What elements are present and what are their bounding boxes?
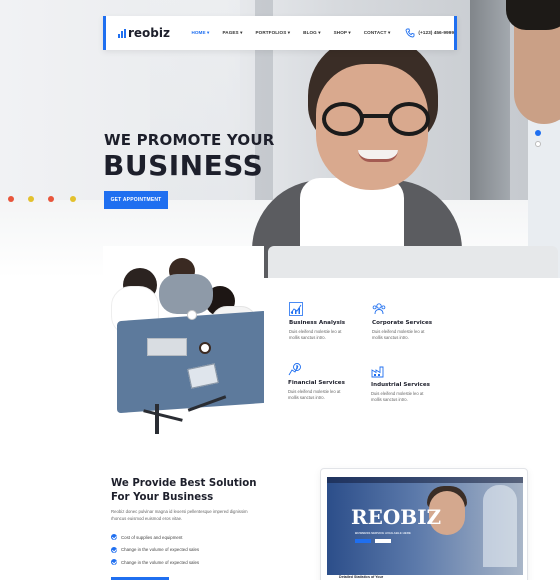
preview-button — [375, 539, 391, 543]
service-corporate-services[interactable]: Corporate Services Duis eleifend molesti… — [372, 302, 452, 342]
laptop — [268, 246, 558, 278]
glasses-lens — [388, 102, 430, 136]
checklist-text: Change in the volume of expected sales — [121, 559, 200, 565]
check-circle-icon — [111, 534, 117, 541]
menu-item-shop[interactable]: SHOP ▾ — [334, 30, 351, 36]
team-meeting-image — [103, 246, 264, 440]
slider-dot[interactable] — [535, 141, 541, 147]
service-industrial-services[interactable]: Industrial Services Duis eleifend molest… — [371, 364, 451, 404]
checklist-text: Cost of supplies and equipment — [121, 534, 183, 540]
menu-item-home[interactable]: HOME ▾ — [191, 30, 209, 36]
table-leg — [155, 404, 159, 434]
service-description: Duis eleifend molestie leo at mollis san… — [289, 329, 342, 341]
menu-label: BLOG — [303, 30, 317, 35]
hero-person-smile — [358, 150, 398, 162]
service-description: Duis eleifend molestie leo at mollis san… — [371, 391, 424, 403]
preview-person — [483, 485, 517, 567]
glasses-lens — [322, 102, 364, 136]
chevron-down-icon: ▾ — [387, 30, 391, 35]
website-preview: REOBIZ BUSINESS SERVICE AVAILABLE HERE D… — [320, 468, 528, 580]
service-title: Corporate Services — [372, 320, 433, 326]
menu-item-pages[interactable]: PAGES ▾ — [222, 30, 242, 36]
factory-icon — [371, 366, 384, 378]
menu-label: HOME — [191, 30, 206, 35]
get-appointment-button[interactable]: GET APPOINTMENT — [104, 191, 168, 209]
check-circle-icon — [111, 546, 117, 553]
chevron-down-icon: ▾ — [240, 30, 243, 35]
service-title: Financial Services — [288, 380, 345, 386]
laptop — [147, 338, 187, 356]
solution-title-line2: For Your Business — [111, 491, 214, 503]
coffee-cup — [199, 342, 211, 354]
service-title: Industrial Services — [371, 382, 430, 388]
meeting-table — [117, 310, 264, 414]
solution-description: Reobiz donec pulvinar magna id leoersi p… — [111, 509, 248, 521]
menu-item-contact[interactable]: CONTACT ▾ — [364, 30, 391, 36]
chart-icon — [289, 302, 303, 316]
slider-dot-active[interactable] — [535, 130, 541, 136]
table-leg — [143, 409, 183, 422]
solution-title: We Provide Best Solution For Your Busine… — [111, 477, 271, 504]
menu-label: SHOP — [333, 30, 347, 35]
service-business-analysis[interactable]: Business Analysis Duis eleifend molestie… — [289, 302, 369, 342]
service-title: Business Analysis — [289, 320, 346, 326]
check-circle-icon — [111, 559, 117, 566]
menu-item-blog[interactable]: BLOG ▾ — [303, 30, 320, 36]
preview-brand: REOBIZ — [351, 505, 442, 529]
hero-title-line2: BUSINESS — [103, 149, 264, 182]
chevron-down-icon: ▾ — [348, 30, 351, 35]
logo[interactable]: reobiz — [118, 26, 177, 40]
checklist-item: Change in the volume of expected sales — [111, 556, 199, 569]
landing-page: WE PROMOTE YOUR BUSINESS GET APPOINTMENT… — [0, 0, 560, 580]
solution-checklist: Cost of supplies and equipment Change in… — [111, 531, 199, 569]
service-financial-services[interactable]: Financial Services Duis eleifend molesti… — [288, 362, 368, 402]
preview-subtitle: BUSINESS SERVICE AVAILABLE HERE — [355, 531, 411, 535]
solution-title-line1: We Provide Best Solution — [111, 478, 257, 489]
team-person-jacket — [159, 274, 213, 314]
preview-navbar — [327, 477, 523, 483]
logo-text: reobiz — [128, 26, 170, 40]
menu-label: CONTACT — [363, 30, 387, 35]
chevron-down-icon: ▾ — [207, 30, 210, 35]
logo-icon — [118, 28, 126, 38]
checklist-item: Cost of supplies and equipment — [111, 531, 199, 544]
glasses-bridge — [362, 114, 390, 118]
money-icon — [288, 363, 301, 376]
preview-button — [355, 539, 371, 543]
menu-label: PAGES — [222, 30, 239, 35]
main-navbar: reobiz HOME ▾ PAGES ▾ PORTFOLIOS ▾ BLOG … — [103, 16, 457, 50]
coffee-cup — [187, 310, 197, 320]
service-description: Duis eleifend molestie leo at mollis san… — [288, 389, 341, 401]
service-description: Duis eleifend molestie leo at mollis san… — [372, 329, 425, 341]
checklist-item: Change in the volume of expected sales — [111, 544, 199, 557]
hero-person-2-hair — [506, 0, 560, 30]
main-menu: HOME ▾ PAGES ▾ PORTFOLIOS ▾ BLOG ▾ SHOP … — [191, 30, 403, 36]
menu-label: PORTFOLIOS — [255, 30, 287, 35]
hero-title-line1: WE PROMOTE YOUR — [104, 131, 275, 149]
chevron-down-icon: ▾ — [287, 30, 291, 35]
phone-number: (+123) 456-9999 — [418, 30, 454, 36]
chevron-down-icon: ▾ — [318, 30, 321, 35]
menu-item-portfolios[interactable]: PORTFOLIOS ▾ — [256, 30, 291, 36]
checklist-text: Change in the volume of expected sales — [121, 547, 200, 553]
phone-icon — [405, 28, 415, 38]
preview-bottom-title: Detailed Statistics of Your — [339, 575, 384, 579]
users-icon — [372, 303, 386, 315]
phone-contact[interactable]: (+123) 456-9999 — [405, 28, 454, 38]
